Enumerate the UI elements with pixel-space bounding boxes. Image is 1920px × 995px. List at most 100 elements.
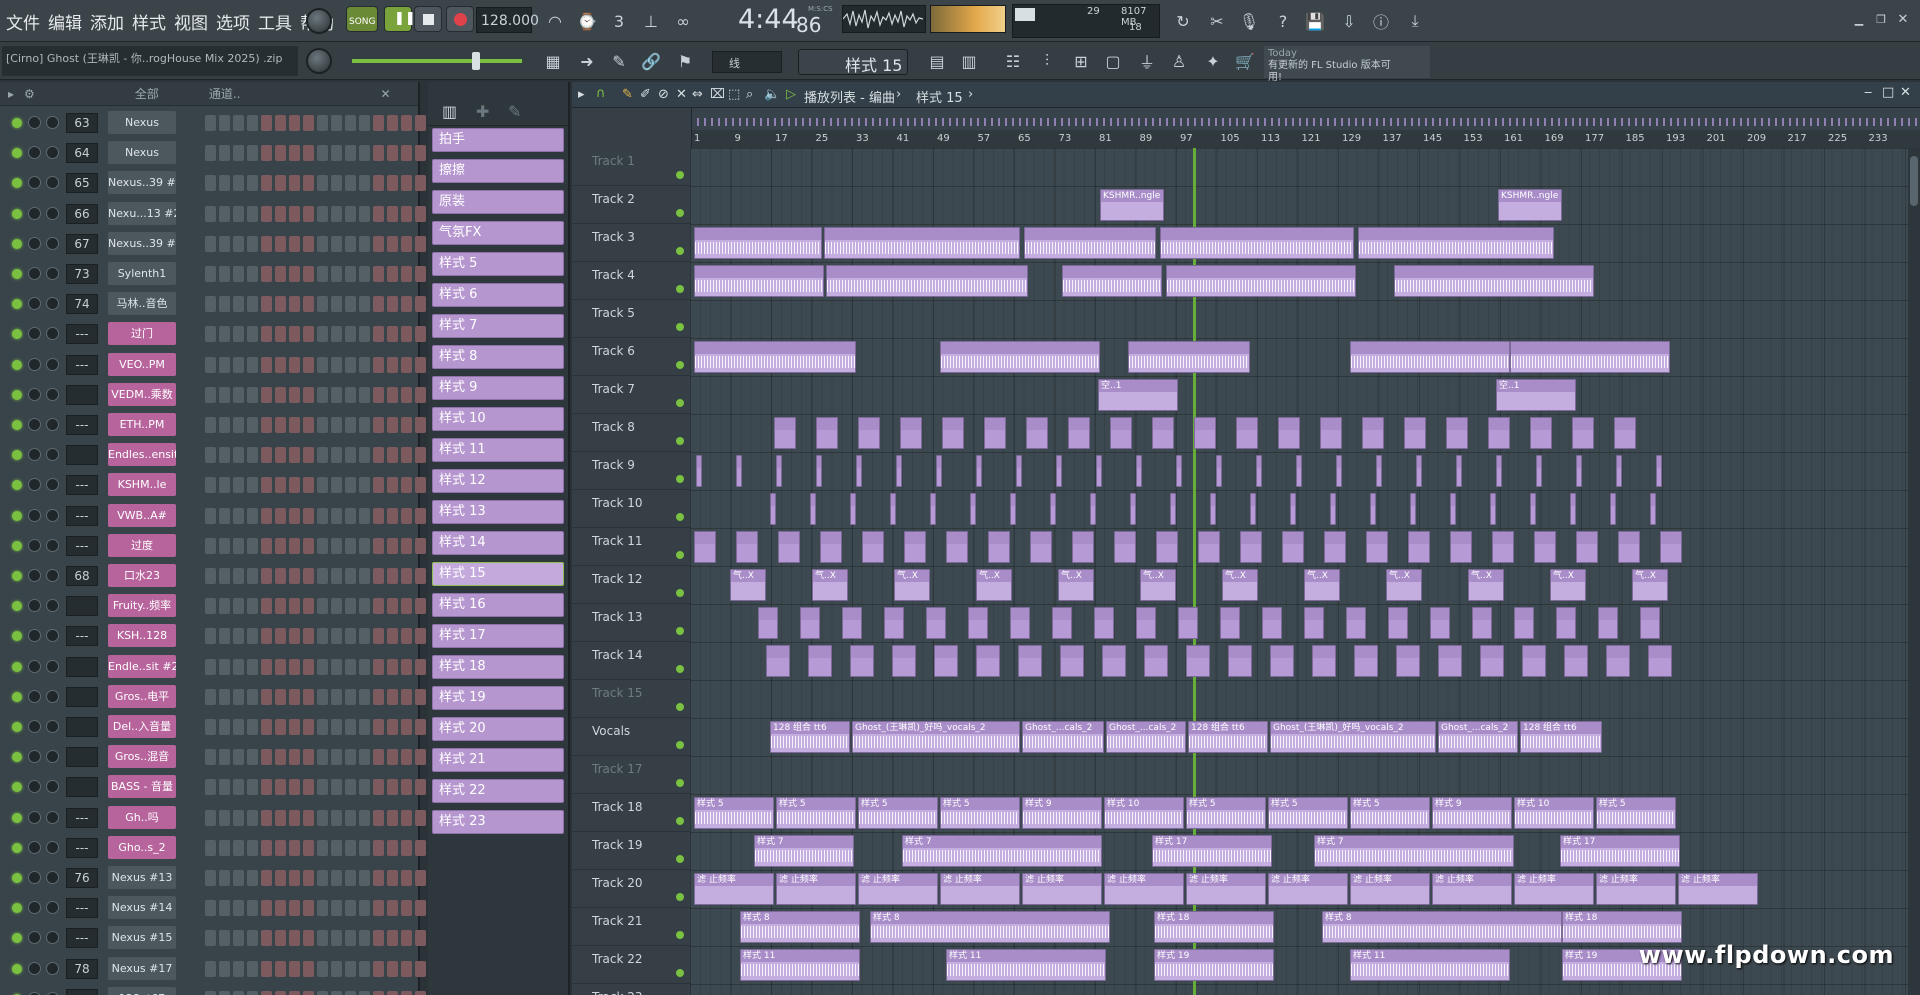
step-button[interactable] xyxy=(205,175,216,192)
step-button[interactable] xyxy=(219,658,230,675)
step-button[interactable] xyxy=(233,296,244,313)
info-icon[interactable]: ⓘ xyxy=(1368,8,1394,34)
step-button[interactable] xyxy=(331,598,342,615)
step-button[interactable] xyxy=(401,628,412,645)
channel-mixer-track[interactable] xyxy=(66,747,98,768)
playlist-clip[interactable] xyxy=(1572,417,1594,449)
step-button[interactable] xyxy=(275,930,286,947)
step-button[interactable] xyxy=(331,779,342,796)
step-button[interactable] xyxy=(233,205,244,222)
playlist-clip[interactable] xyxy=(758,607,778,639)
step-button[interactable] xyxy=(289,115,300,131)
playlist-clip[interactable] xyxy=(736,531,758,563)
playlist-clip[interactable] xyxy=(1354,645,1378,677)
channel-volume-knob[interactable] xyxy=(46,206,59,220)
channel-name-button[interactable]: Nexu...13 #2 xyxy=(108,201,176,225)
step-button[interactable] xyxy=(205,960,216,977)
channel-enable-led[interactable] xyxy=(12,752,22,763)
step-button[interactable] xyxy=(233,930,244,947)
channel-pan-knob[interactable] xyxy=(28,327,41,341)
step-button[interactable] xyxy=(331,417,342,433)
step-button[interactable] xyxy=(289,326,300,343)
track-mute-led[interactable] xyxy=(676,513,684,521)
step-button[interactable] xyxy=(345,688,356,705)
playlist-clip[interactable] xyxy=(1530,493,1536,525)
track-header[interactable]: Track 18 xyxy=(572,794,692,832)
step-button[interactable] xyxy=(303,266,314,282)
playlist-clip[interactable]: 气..X xyxy=(812,569,848,601)
step-button[interactable] xyxy=(373,537,384,554)
play-icon[interactable]: ▸ xyxy=(8,87,14,101)
step-button[interactable] xyxy=(401,417,412,433)
playlist-clip[interactable]: 气..X xyxy=(1222,569,1258,601)
step-button[interactable] xyxy=(261,507,272,524)
playlist-clip[interactable] xyxy=(1160,227,1354,259)
master-volume-handle[interactable] xyxy=(472,52,480,70)
playlist-clip[interactable] xyxy=(776,455,782,487)
pattern-item[interactable]: 样式 19 xyxy=(432,686,564,710)
playlist-clip[interactable] xyxy=(984,417,1006,449)
step-button[interactable] xyxy=(205,900,216,917)
playlist-clip[interactable] xyxy=(1650,493,1656,525)
step-button[interactable] xyxy=(261,990,272,995)
step-button[interactable] xyxy=(387,175,398,192)
channel-volume-knob[interactable] xyxy=(46,750,59,764)
pattern-item[interactable]: 样式 17 xyxy=(432,624,564,648)
playlist-clip[interactable] xyxy=(968,607,988,639)
playlist-icon[interactable]: ▤ xyxy=(924,48,950,74)
step-button[interactable] xyxy=(345,960,356,977)
channel-enable-led[interactable] xyxy=(12,450,22,461)
channel-name-button[interactable]: KSHM..le xyxy=(108,473,176,497)
playlist-clip[interactable] xyxy=(1536,455,1542,487)
step-button[interactable] xyxy=(289,477,300,494)
step-button[interactable] xyxy=(345,537,356,554)
step-button[interactable] xyxy=(261,537,272,554)
step-button[interactable] xyxy=(317,598,328,615)
step-button[interactable] xyxy=(401,326,412,343)
step-button[interactable] xyxy=(303,205,314,222)
channel-enable-led[interactable] xyxy=(12,329,22,340)
channel-name-button[interactable]: VWB..A# xyxy=(108,503,176,527)
playlist-arrow-icon[interactable]: ▷ xyxy=(786,87,796,102)
delete-icon[interactable]: ⊘ xyxy=(658,87,669,102)
step-button[interactable] xyxy=(373,477,384,494)
pattern-item[interactable]: 样式 21 xyxy=(432,748,564,772)
playlist-clip[interactable] xyxy=(1114,531,1136,563)
step-button[interactable] xyxy=(359,537,370,554)
playlist-clip[interactable] xyxy=(1564,645,1588,677)
step-button[interactable] xyxy=(401,447,412,464)
track-mute-led[interactable] xyxy=(676,627,684,635)
step-button[interactable] xyxy=(387,145,398,162)
loop-record-icon[interactable]: ∞ xyxy=(670,8,696,34)
playlist-clip[interactable] xyxy=(1576,531,1598,563)
channel-enable-led[interactable] xyxy=(12,480,22,491)
link-icon[interactable]: 🔗 xyxy=(638,48,664,74)
track-header[interactable]: Track 13 xyxy=(572,604,692,642)
channel-enable-led[interactable] xyxy=(12,601,22,612)
playlist-clip[interactable]: 样式 5 xyxy=(1186,797,1266,829)
step-button[interactable] xyxy=(261,386,272,403)
step-button[interactable] xyxy=(359,688,370,705)
playlist-clip[interactable] xyxy=(936,455,942,487)
playlist-clip[interactable]: 气..X xyxy=(1550,569,1586,601)
channel-pan-knob[interactable] xyxy=(28,961,41,975)
step-button[interactable] xyxy=(345,235,356,252)
magnet-icon[interactable]: ∩ xyxy=(596,86,606,101)
step-button[interactable] xyxy=(247,386,258,403)
step-button[interactable] xyxy=(415,628,426,645)
step-button[interactable] xyxy=(205,809,216,826)
channel-enable-led[interactable] xyxy=(12,903,22,914)
save-icon[interactable]: 💾 xyxy=(1302,8,1328,34)
step-button[interactable] xyxy=(415,960,426,977)
step-button[interactable] xyxy=(219,145,230,162)
step-button[interactable] xyxy=(275,175,286,192)
channel-name-button[interactable]: Nexus..39 #4 xyxy=(108,231,176,255)
channel-volume-knob[interactable] xyxy=(46,418,59,431)
step-button[interactable] xyxy=(233,356,244,373)
step-button[interactable] xyxy=(303,719,314,735)
track-header[interactable]: Track 5 xyxy=(572,300,692,338)
step-button[interactable] xyxy=(359,930,370,947)
pattern-item[interactable]: 擦擦 xyxy=(432,159,564,183)
playlist-clip[interactable] xyxy=(896,455,902,487)
step-button[interactable] xyxy=(247,809,258,826)
